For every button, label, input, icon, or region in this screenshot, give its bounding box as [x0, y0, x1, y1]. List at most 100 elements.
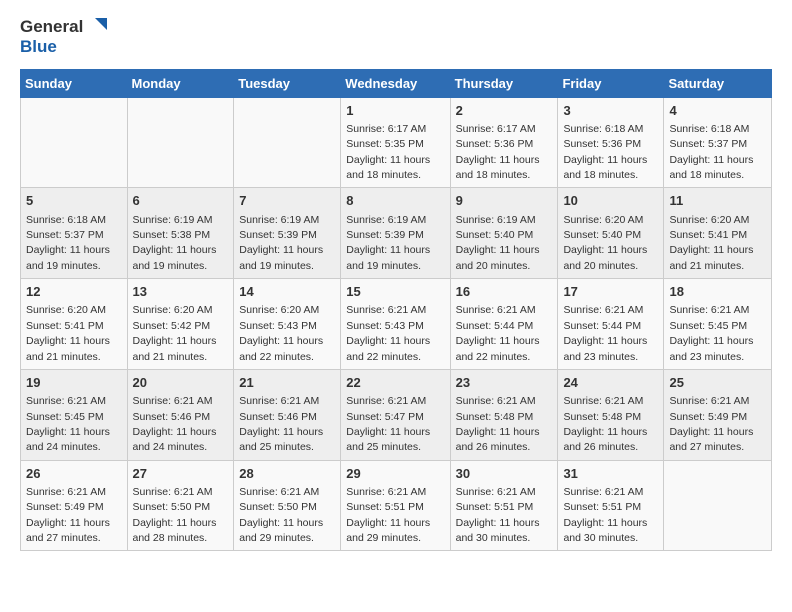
calendar-cell: 1Sunrise: 6:17 AMSunset: 5:35 PMDaylight…	[341, 97, 450, 188]
calendar-cell: 18 Sunrise: 6:21 AMSunset: 5:45 PMDayligh…	[664, 279, 772, 370]
calendar-cell: 3 Sunrise: 6:18 AMSunset: 5:36 PMDaylight…	[558, 97, 664, 188]
calendar-cell	[234, 97, 341, 188]
calendar-cell: 20Sunrise: 6:21 AMSunset: 5:46 PMDayligh…	[127, 369, 234, 460]
day-number: 8	[346, 192, 444, 210]
day-number: 12	[26, 283, 122, 301]
day-number: 9	[456, 192, 553, 210]
day-number: 22	[346, 374, 444, 392]
cell-content: Sunrise: 6:18 AMSunset: 5:37 PMDaylight:…	[26, 214, 110, 272]
calendar-cell: 27 Sunrise: 6:21 AMSunset: 5:50 PMDayligh…	[127, 460, 234, 551]
day-number: 30	[456, 465, 553, 483]
cell-content: Sunrise: 6:21 AMSunset: 5:43 PMDaylight:…	[346, 304, 430, 362]
cell-content: Sunrise: 6:19 AMSunset: 5:38 PMDaylight:…	[133, 214, 217, 272]
weekday-header-friday: Friday	[558, 69, 664, 97]
calendar-week-row: 19 Sunrise: 6:21 AMSunset: 5:45 PMDayligh…	[21, 369, 772, 460]
calendar-cell: 24 Sunrise: 6:21 AMSunset: 5:48 PMDayligh…	[558, 369, 664, 460]
calendar-week-row: 5 Sunrise: 6:18 AMSunset: 5:37 PMDaylight…	[21, 188, 772, 279]
day-number: 15	[346, 283, 444, 301]
calendar-cell: 6 Sunrise: 6:19 AMSunset: 5:38 PMDaylight…	[127, 188, 234, 279]
calendar-cell: 7Sunrise: 6:19 AMSunset: 5:39 PMDaylight…	[234, 188, 341, 279]
logo-wordmark: General Blue	[20, 16, 107, 57]
cell-content: Sunrise: 6:19 AMSunset: 5:39 PMDaylight:…	[346, 214, 430, 272]
calendar-table: SundayMondayTuesdayWednesdayThursdayFrid…	[20, 69, 772, 552]
logo: General Blue	[20, 16, 107, 57]
calendar-cell	[664, 460, 772, 551]
weekday-header-wednesday: Wednesday	[341, 69, 450, 97]
day-number: 28	[239, 465, 335, 483]
cell-content: Sunrise: 6:17 AMSunset: 5:35 PMDaylight:…	[346, 123, 430, 181]
calendar-cell: 4 Sunrise: 6:18 AMSunset: 5:37 PMDaylight…	[664, 97, 772, 188]
calendar-cell: 30 Sunrise: 6:21 AMSunset: 5:51 PMDayligh…	[450, 460, 558, 551]
calendar-cell: 16 Sunrise: 6:21 AMSunset: 5:44 PMDayligh…	[450, 279, 558, 370]
day-number: 11	[669, 192, 766, 210]
day-number: 2	[456, 102, 553, 120]
cell-content: Sunrise: 6:20 AMSunset: 5:42 PMDaylight:…	[133, 304, 217, 362]
calendar-cell: 13Sunrise: 6:20 AMSunset: 5:42 PMDayligh…	[127, 279, 234, 370]
weekday-header-tuesday: Tuesday	[234, 69, 341, 97]
cell-content: Sunrise: 6:21 AMSunset: 5:45 PMDaylight:…	[669, 304, 753, 362]
cell-content: Sunrise: 6:21 AMSunset: 5:51 PMDaylight:…	[456, 486, 540, 544]
weekday-header-monday: Monday	[127, 69, 234, 97]
day-number: 10	[563, 192, 658, 210]
calendar-cell: 10 Sunrise: 6:20 AMSunset: 5:40 PMDayligh…	[558, 188, 664, 279]
weekday-header-row: SundayMondayTuesdayWednesdayThursdayFrid…	[21, 69, 772, 97]
weekday-header-sunday: Sunday	[21, 69, 128, 97]
cell-content: Sunrise: 6:20 AMSunset: 5:43 PMDaylight:…	[239, 304, 323, 362]
cell-content: Sunrise: 6:21 AMSunset: 5:45 PMDaylight:…	[26, 395, 110, 453]
logo-general: General	[20, 18, 83, 37]
calendar-cell: 14 Sunrise: 6:20 AMSunset: 5:43 PMDayligh…	[234, 279, 341, 370]
day-number: 19	[26, 374, 122, 392]
calendar-cell: 12Sunrise: 6:20 AMSunset: 5:41 PMDayligh…	[21, 279, 128, 370]
day-number: 7	[239, 192, 335, 210]
calendar-cell: 19 Sunrise: 6:21 AMSunset: 5:45 PMDayligh…	[21, 369, 128, 460]
weekday-header-saturday: Saturday	[664, 69, 772, 97]
cell-content: Sunrise: 6:21 AMSunset: 5:48 PMDaylight:…	[563, 395, 647, 453]
cell-content: Sunrise: 6:20 AMSunset: 5:41 PMDaylight:…	[669, 214, 753, 272]
day-number: 25	[669, 374, 766, 392]
page-header: General Blue	[20, 16, 772, 57]
calendar-week-row: 26 Sunrise: 6:21 AMSunset: 5:49 PMDayligh…	[21, 460, 772, 551]
cell-content: Sunrise: 6:17 AMSunset: 5:36 PMDaylight:…	[456, 123, 540, 181]
day-number: 18	[669, 283, 766, 301]
calendar-cell: 31 Sunrise: 6:21 AMSunset: 5:51 PMDayligh…	[558, 460, 664, 551]
day-number: 6	[133, 192, 229, 210]
day-number: 16	[456, 283, 553, 301]
calendar-cell: 22 Sunrise: 6:21 AMSunset: 5:47 PMDayligh…	[341, 369, 450, 460]
calendar-week-row: 12Sunrise: 6:20 AMSunset: 5:41 PMDayligh…	[21, 279, 772, 370]
logo-icon	[85, 16, 107, 38]
cell-content: Sunrise: 6:21 AMSunset: 5:49 PMDaylight:…	[669, 395, 753, 453]
calendar-cell: 26 Sunrise: 6:21 AMSunset: 5:49 PMDayligh…	[21, 460, 128, 551]
day-number: 29	[346, 465, 444, 483]
cell-content: Sunrise: 6:20 AMSunset: 5:40 PMDaylight:…	[563, 214, 647, 272]
cell-content: Sunrise: 6:21 AMSunset: 5:50 PMDaylight:…	[133, 486, 217, 544]
cell-content: Sunrise: 6:18 AMSunset: 5:37 PMDaylight:…	[669, 123, 753, 181]
day-number: 5	[26, 192, 122, 210]
weekday-header-thursday: Thursday	[450, 69, 558, 97]
cell-content: Sunrise: 6:21 AMSunset: 5:44 PMDaylight:…	[563, 304, 647, 362]
cell-content: Sunrise: 6:21 AMSunset: 5:47 PMDaylight:…	[346, 395, 430, 453]
cell-content: Sunrise: 6:21 AMSunset: 5:49 PMDaylight:…	[26, 486, 110, 544]
day-number: 26	[26, 465, 122, 483]
calendar-cell: 28Sunrise: 6:21 AMSunset: 5:50 PMDayligh…	[234, 460, 341, 551]
calendar-cell: 21Sunrise: 6:21 AMSunset: 5:46 PMDayligh…	[234, 369, 341, 460]
cell-content: Sunrise: 6:21 AMSunset: 5:51 PMDaylight:…	[563, 486, 647, 544]
day-number: 4	[669, 102, 766, 120]
day-number: 24	[563, 374, 658, 392]
calendar-cell: 11 Sunrise: 6:20 AMSunset: 5:41 PMDayligh…	[664, 188, 772, 279]
day-number: 27	[133, 465, 229, 483]
day-number: 3	[563, 102, 658, 120]
day-number: 14	[239, 283, 335, 301]
calendar-cell	[127, 97, 234, 188]
calendar-cell: 17Sunrise: 6:21 AMSunset: 5:44 PMDayligh…	[558, 279, 664, 370]
cell-content: Sunrise: 6:21 AMSunset: 5:44 PMDaylight:…	[456, 304, 540, 362]
cell-content: Sunrise: 6:21 AMSunset: 5:46 PMDaylight:…	[133, 395, 217, 453]
calendar-cell: 2 Sunrise: 6:17 AMSunset: 5:36 PMDaylight…	[450, 97, 558, 188]
day-number: 21	[239, 374, 335, 392]
day-number: 23	[456, 374, 553, 392]
calendar-cell: 23Sunrise: 6:21 AMSunset: 5:48 PMDayligh…	[450, 369, 558, 460]
cell-content: Sunrise: 6:21 AMSunset: 5:51 PMDaylight:…	[346, 486, 430, 544]
cell-content: Sunrise: 6:19 AMSunset: 5:40 PMDaylight:…	[456, 214, 540, 272]
calendar-cell: 15 Sunrise: 6:21 AMSunset: 5:43 PMDayligh…	[341, 279, 450, 370]
cell-content: Sunrise: 6:18 AMSunset: 5:36 PMDaylight:…	[563, 123, 647, 181]
day-number: 31	[563, 465, 658, 483]
